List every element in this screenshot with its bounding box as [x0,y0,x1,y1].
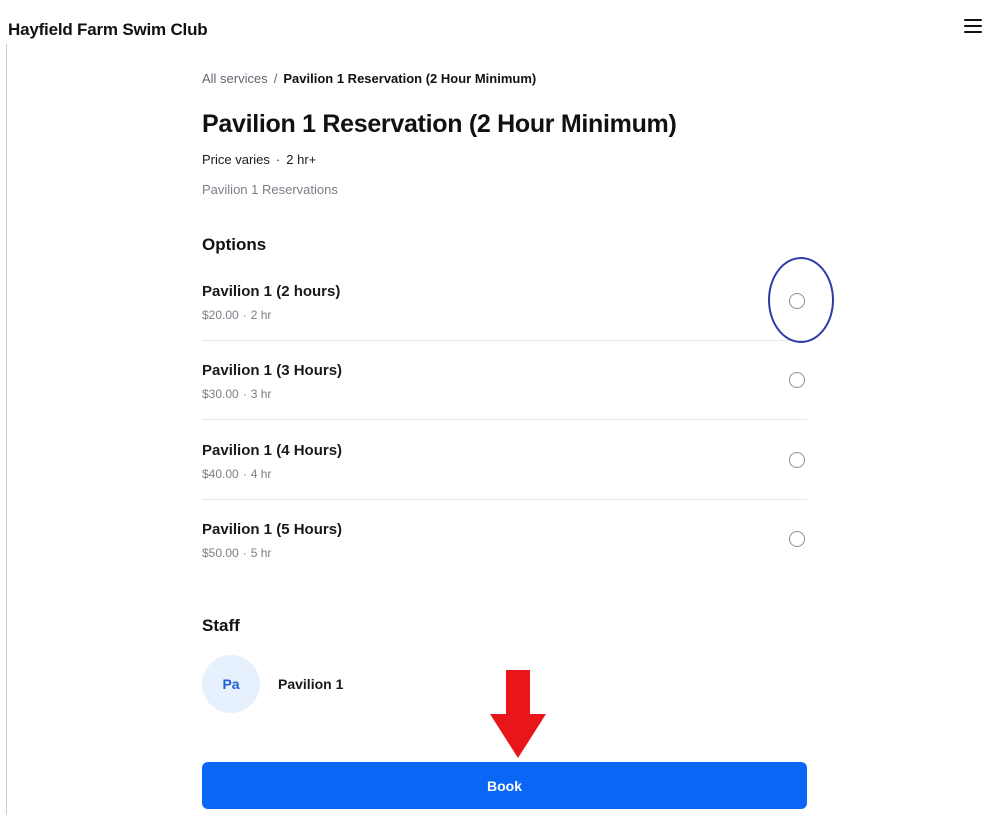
option-radio-button[interactable] [789,452,805,468]
option-separator: · [242,387,247,401]
option-row-2-hours[interactable]: Pavilion 1 (2 hours) $20.00 · 2 hr [202,283,807,362]
option-row-4-hours[interactable]: Pavilion 1 (4 Hours) $40.00 · 4 hr [202,442,807,521]
option-name: Pavilion 1 (3 Hours) [202,362,343,379]
hamburger-menu-icon[interactable] [962,17,984,35]
option-detail: $50.00 · 5 hr [202,546,271,560]
option-duration: 4 hr [250,467,272,481]
staff-item[interactable]: Pa Pavilion 1 [202,655,502,713]
option-detail: $30.00 · 3 hr [202,387,271,401]
option-radio-button[interactable] [789,372,805,388]
option-price: $30.00 [202,387,239,401]
option-name: Pavilion 1 (4 Hours) [202,442,343,459]
option-separator: · [242,467,247,481]
option-row-3-hours[interactable]: Pavilion 1 (3 Hours) $30.00 · 3 hr [202,362,807,441]
staff-avatar: Pa [202,655,260,713]
breadcrumb-current: Pavilion 1 Reservation (2 Hour Minimum) [283,71,537,86]
staff-heading: Staff [202,616,240,635]
option-name: Pavilion 1 (2 hours) [202,283,341,300]
service-price: Price varies [202,152,270,167]
option-price: $20.00 [202,308,239,322]
option-radio-button[interactable] [789,531,805,547]
book-button[interactable]: Book [202,762,807,809]
breadcrumb: All services / Pavilion 1 Reservation (2 H… [202,71,536,86]
option-duration: 5 hr [250,546,272,560]
option-price: $40.00 [202,467,239,481]
breadcrumb-separator: / [273,71,278,86]
service-duration: 2 hr+ [286,152,317,167]
option-price: $50.00 [202,546,239,560]
option-separator: · [242,308,247,322]
option-separator: · [242,546,247,560]
option-detail: $40.00 · 4 hr [202,467,271,481]
option-duration: 2 hr [250,308,272,322]
option-duration: 3 hr [250,387,272,401]
meta-separator: · [275,152,281,167]
option-detail: $20.00 · 2 hr [202,308,271,322]
page-title: Pavilion 1 Reservation (2 Hour Minimum) [202,110,677,138]
option-divider [202,419,807,420]
option-name: Pavilion 1 (5 Hours) [202,521,343,538]
staff-name: Pavilion 1 [278,676,344,692]
options-heading: Options [202,235,267,254]
option-row-5-hours[interactable]: Pavilion 1 (5 Hours) $50.00 · 5 hr [202,521,807,600]
option-divider [202,340,807,341]
option-radio-button[interactable] [789,293,805,309]
booking-page: Hayfield Farm Swim Club All services / Pav… [0,0,989,815]
left-edge-divider [6,44,7,815]
breadcrumb-all-services-link[interactable]: All services [202,71,268,86]
site-title[interactable]: Hayfield Farm Swim Club [8,20,208,40]
service-category: Pavilion 1 Reservations [202,182,338,197]
option-divider [202,499,807,500]
service-meta: Price varies · 2 hr+ [202,152,316,167]
